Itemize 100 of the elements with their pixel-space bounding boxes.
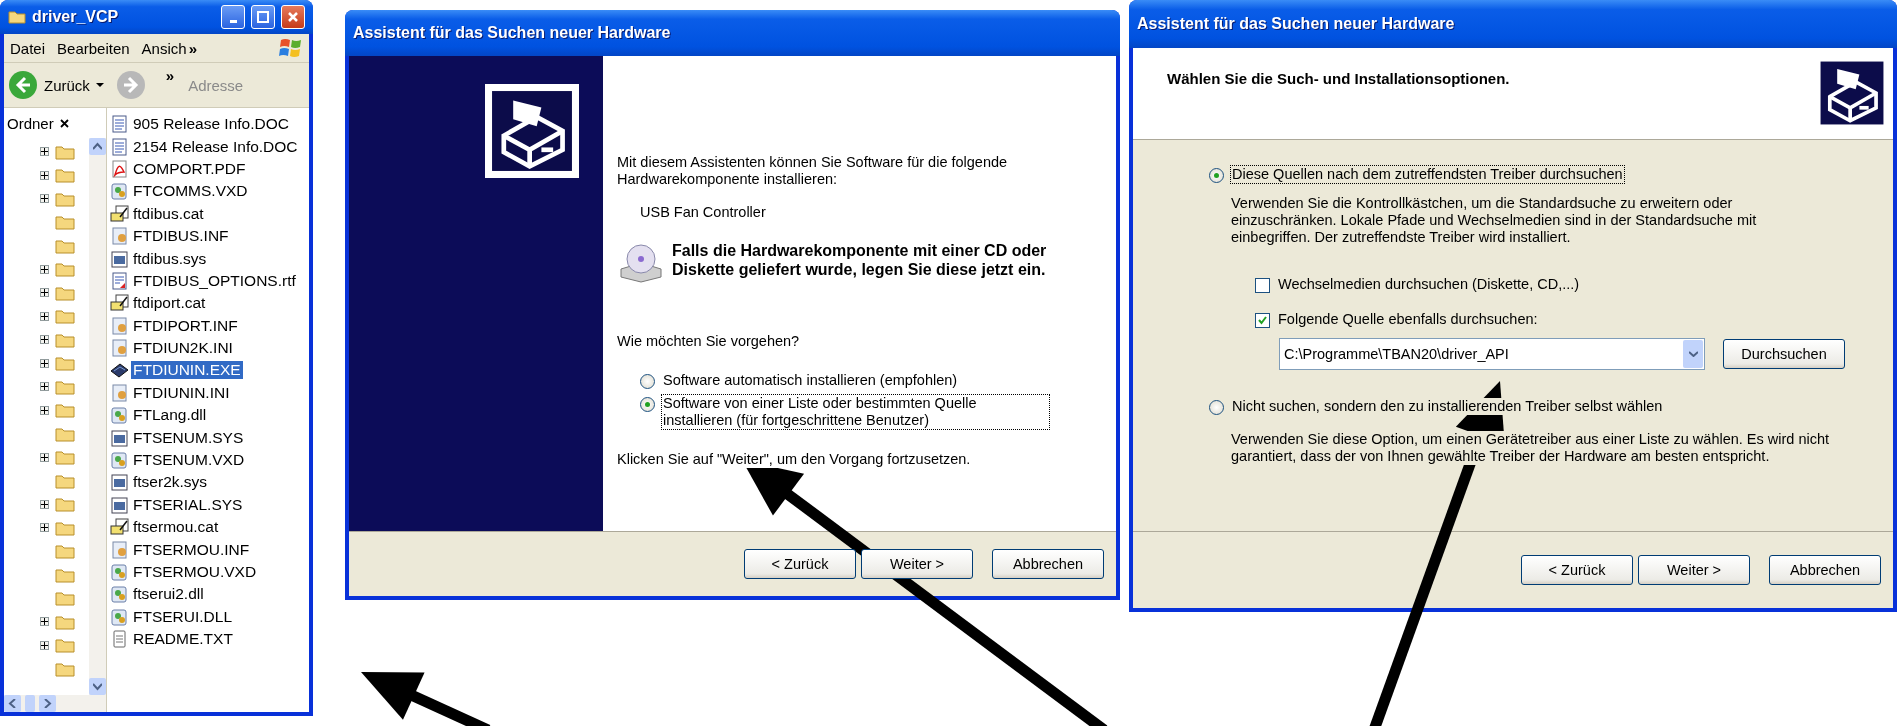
folder-icon: [55, 472, 75, 489]
path-combo-box[interactable]: C:\Programme\TBAN20\driver_API: [1279, 338, 1705, 370]
folder-icon: [55, 637, 75, 654]
more-tools-chevron[interactable]: »: [165, 67, 175, 84]
page-heading: Wählen Sie die Such- und Installationsoptionen.: [1167, 70, 1510, 89]
radio-button[interactable]: [1209, 168, 1224, 183]
checkbox-label[interactable]: Folgende Quelle ebenfalls durchsuchen:: [1277, 311, 1539, 328]
radio-button[interactable]: [640, 397, 655, 412]
folder-icon: [55, 402, 75, 419]
wizard-button[interactable]: < Zurück: [1521, 555, 1633, 585]
wizard-button[interactable]: Weiter >: [861, 549, 973, 579]
file-name[interactable]: ftdibus.cat: [131, 204, 206, 223]
back-button-label[interactable]: Zurück: [44, 76, 90, 94]
scroll-up-icon[interactable]: [93, 142, 102, 151]
file-name[interactable]: COMPORT.PDF: [131, 159, 248, 178]
file-name[interactable]: FTCOMMS.VXD: [131, 182, 250, 201]
menu-item[interactable]: Datei: [10, 39, 46, 57]
close-icon[interactable]: [59, 118, 69, 128]
dropdown-caret-icon[interactable]: [95, 82, 104, 88]
file-name[interactable]: ftdibus.sys: [131, 249, 209, 268]
radio-button[interactable]: [640, 374, 655, 389]
file-name[interactable]: ftser2k.sys: [131, 473, 210, 492]
cd-drive-icon: [617, 241, 665, 283]
file-name[interactable]: ftserui2.dll: [131, 585, 206, 604]
file-name[interactable]: FTSENUM.SYS: [131, 428, 246, 447]
file-name[interactable]: FTSERUI.DLL: [131, 607, 235, 626]
expand-toggle[interactable]: [40, 311, 49, 321]
checkbox-label[interactable]: Wechselmedien durchsuchen (Diskette, CD,...): [1277, 276, 1581, 293]
file-name[interactable]: ftsermou.cat: [131, 518, 221, 537]
file-name[interactable]: FTSENUM.VXD: [131, 451, 247, 470]
minimize-button[interactable]: [221, 5, 245, 29]
horizontal-scrollbar[interactable]: [4, 695, 106, 712]
maximize-button[interactable]: [251, 5, 275, 29]
catalog-file-icon: [110, 204, 129, 223]
scroll-down-icon[interactable]: [93, 682, 102, 691]
expand-toggle[interactable]: [40, 288, 49, 298]
file-name[interactable]: FTDIBUS_OPTIONS.rtf: [131, 271, 298, 290]
catalog-file-icon: [110, 294, 129, 313]
folder-icon: [55, 214, 75, 231]
expand-toggle[interactable]: [40, 170, 49, 180]
option-label[interactable]: Diese Quellen nach dem zutreffendsten Treiber durchsuchen: [1231, 166, 1624, 183]
program-file-icon: [110, 361, 129, 380]
setup-file-icon: [110, 383, 129, 402]
close-button[interactable]: [281, 5, 305, 29]
file-name[interactable]: FTSERIAL.SYS: [131, 495, 245, 514]
expand-toggle[interactable]: [40, 264, 49, 274]
option-label[interactable]: Nicht suchen, sondern den zu installierenden Treiber selbst wählen: [1231, 398, 1664, 415]
folder-icon: [55, 449, 75, 466]
menu-item[interactable]: Bearbeiten: [57, 39, 130, 57]
file-name[interactable]: ftdiport.cat: [131, 294, 208, 313]
checkbox[interactable]: [1255, 278, 1270, 293]
file-name[interactable]: FTDIPORT.INF: [131, 316, 240, 335]
expand-toggle[interactable]: [40, 358, 49, 368]
system-file-icon: [110, 473, 129, 492]
menu-item[interactable]: Ansich: [141, 39, 187, 57]
folder-icon: [55, 590, 75, 607]
check-icon: [1258, 316, 1267, 325]
file-name[interactable]: FTDIUN2K.INI: [131, 339, 235, 358]
folder-icon: [55, 190, 75, 207]
scroll-thumb[interactable]: [25, 695, 35, 712]
browse-button[interactable]: Durchsuchen: [1723, 339, 1845, 369]
file-name[interactable]: FTLang.dll: [131, 406, 209, 425]
wizard-button[interactable]: < Zurück: [744, 549, 856, 579]
system-file-icon: [110, 495, 129, 514]
expand-toggle[interactable]: [40, 499, 49, 509]
file-name[interactable]: FTDIBUS.INF: [131, 227, 231, 246]
expand-toggle[interactable]: [40, 452, 49, 462]
expand-toggle[interactable]: [40, 147, 49, 157]
rtf-file-icon: [110, 271, 129, 290]
file-name[interactable]: FTDIUNIN.INI: [131, 383, 232, 402]
expand-toggle[interactable]: [40, 405, 49, 415]
file-name[interactable]: FTSERMOU.INF: [131, 540, 252, 559]
more-menu-chevron[interactable]: »: [188, 39, 197, 57]
expand-toggle[interactable]: [40, 617, 49, 627]
close-icon: [287, 11, 299, 23]
expand-toggle[interactable]: [40, 523, 49, 533]
expand-toggle[interactable]: [40, 640, 49, 650]
scroll-left-icon[interactable]: [8, 699, 17, 708]
file-name[interactable]: FTSERMOU.VXD: [131, 563, 259, 581]
wizard-button[interactable]: Abbrechen: [1769, 555, 1881, 585]
expand-toggle[interactable]: [40, 382, 49, 392]
wizard-button[interactable]: Abbrechen: [992, 549, 1104, 579]
file-name[interactable]: 905 Release Info.DOC: [131, 115, 291, 134]
setup-file-icon: [110, 339, 129, 358]
file-name[interactable]: 2154 Release Info.DOC: [131, 137, 300, 156]
wizard-button[interactable]: Weiter >: [1638, 555, 1750, 585]
setup-file-icon: [110, 540, 129, 559]
option-label[interactable]: Software automatisch installieren (empfohlen): [662, 372, 959, 389]
file-name[interactable]: README.TXT: [131, 630, 235, 649]
vertical-scrollbar[interactable]: [89, 138, 106, 695]
component-file-icon: [110, 182, 129, 201]
back-icon[interactable]: [8, 70, 38, 100]
scroll-right-icon[interactable]: [43, 699, 52, 708]
folder-icon: [55, 284, 75, 301]
checkbox[interactable]: [1255, 313, 1270, 328]
folder-icon: [55, 378, 75, 395]
file-name[interactable]: FTDIUNIN.EXE: [131, 361, 243, 380]
expand-toggle[interactable]: [40, 194, 49, 204]
expand-toggle[interactable]: [40, 335, 49, 345]
radio-button[interactable]: [1209, 400, 1224, 415]
